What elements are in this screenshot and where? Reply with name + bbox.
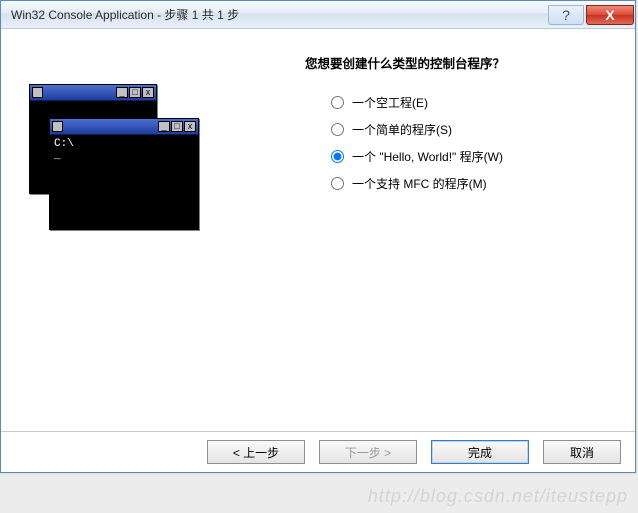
watermark: http://blog.csdn.net/iteustepp [368,486,628,507]
window-icon [32,87,43,98]
option-label: 一个 "Hello, World!" 程序(W) [352,148,503,165]
help-button[interactable]: ? [548,5,584,25]
option-label: 一个简单的程序(S) [352,121,452,138]
radio-empty-project[interactable] [331,96,344,109]
options-pane: 您想要创建什么类型的控制台程序？ 一个空工程(E) 一个简单的程序(S) 一个 … [279,29,635,431]
prompt-heading: 您想要创建什么类型的控制台程序？ [305,53,615,72]
option-hello-world[interactable]: 一个 "Hello, World!" 程序(W) [331,148,615,165]
maximize-icon: □ [171,121,183,132]
illustration-pane: _ □ x _ □ x C:\ _ [1,29,279,431]
close-icon: x [184,121,196,132]
window-buttons: ? X [547,5,635,25]
cancel-button[interactable]: 取消 [543,440,621,464]
minimize-icon: _ [158,121,170,132]
console-illustration: _ □ x _ □ x C:\ _ [29,84,199,224]
console-window-front: _ □ x C:\ _ [49,118,199,230]
back-button[interactable]: < 上一步 [207,440,305,464]
wizard-dialog: Win32 Console Application - 步骤 1 共 1 步 ?… [0,0,636,473]
radio-hello-world[interactable] [331,150,344,163]
window-title: Win32 Console Application - 步骤 1 共 1 步 [11,6,547,23]
option-simple-program[interactable]: 一个简单的程序(S) [331,121,615,138]
finish-button[interactable]: 完成 [431,440,529,464]
minimize-icon: _ [116,87,128,98]
radio-simple-program[interactable] [331,123,344,136]
option-mfc-support[interactable]: 一个支持 MFC 的程序(M) [331,175,615,192]
button-bar: < 上一步 下一步 > 完成 取消 [1,432,635,472]
option-empty-project[interactable]: 一个空工程(E) [331,94,615,111]
close-icon: x [142,87,154,98]
option-label: 一个空工程(E) [352,94,428,111]
window-icon [52,121,63,132]
content-area: _ □ x _ □ x C:\ _ [1,29,635,432]
console-prompt-text: C:\ [54,138,74,150]
console-cursor: _ [54,150,61,162]
option-list: 一个空工程(E) 一个简单的程序(S) 一个 "Hello, World!" 程… [305,94,615,192]
option-label: 一个支持 MFC 的程序(M) [352,175,487,192]
next-button: 下一步 > [319,440,417,464]
maximize-icon: □ [129,87,141,98]
titlebar: Win32 Console Application - 步骤 1 共 1 步 ?… [1,1,635,29]
close-button[interactable]: X [586,5,634,25]
radio-mfc-support[interactable] [331,177,344,190]
